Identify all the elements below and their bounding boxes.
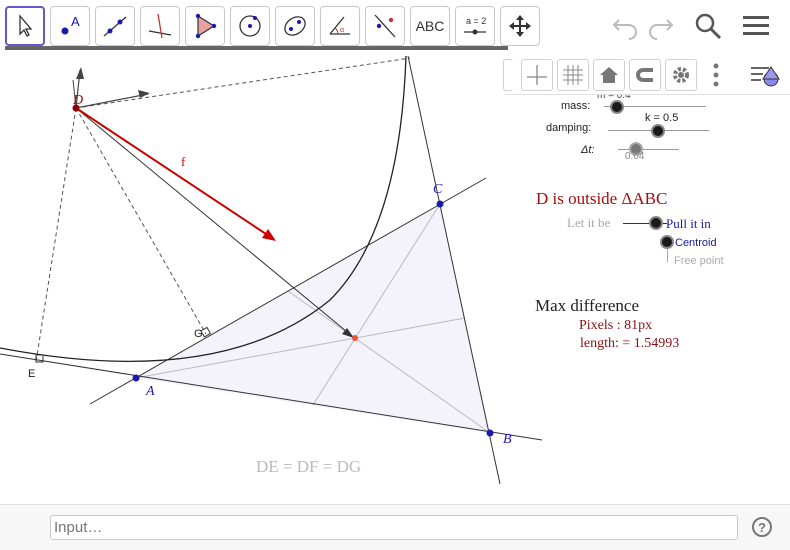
redo-icon xyxy=(649,19,674,40)
max-difference-heading: Max difference xyxy=(535,296,639,315)
angle-tool-button[interactable]: α xyxy=(320,6,360,46)
perpendicular-line-tool-button[interactable] xyxy=(140,6,180,46)
style-bar xyxy=(503,57,790,95)
gear-icon xyxy=(673,67,689,83)
text-tool-label: ABC xyxy=(415,18,445,34)
force-vector-2-arrowhead xyxy=(76,67,84,79)
target-slider-knob[interactable] xyxy=(660,235,674,249)
search-icon xyxy=(695,13,722,40)
algebra-shapes-icon xyxy=(751,66,780,87)
move-tool-button[interactable] xyxy=(5,6,45,46)
perpendicular-line-icon xyxy=(148,13,172,39)
pixels-value: Pixels : 81px xyxy=(579,318,653,333)
perpendicular-de xyxy=(35,107,77,363)
line-through-points-icon xyxy=(103,16,127,37)
main-menu-button[interactable] xyxy=(740,10,772,42)
standard-view-button[interactable] xyxy=(593,59,625,91)
style-bar-toggle[interactable] xyxy=(503,59,513,91)
toolbar: A α ABC a = 2 xyxy=(0,0,790,52)
search-button[interactable] xyxy=(692,10,724,42)
triangle-abc-fill xyxy=(136,204,490,433)
hamburger-menu-icon xyxy=(743,16,769,35)
point-capturing-button[interactable] xyxy=(629,59,661,91)
slider-tool-button[interactable]: a = 2 xyxy=(455,6,495,46)
d-to-centroid-line xyxy=(75,107,353,337)
slider-icon: a = 2 xyxy=(464,16,486,35)
conic-tool-button[interactable] xyxy=(275,6,315,46)
polygon-icon xyxy=(195,13,217,39)
input-bar: ? xyxy=(0,504,790,550)
slider-k-label: k = 0.5 xyxy=(645,112,679,124)
dt-label: Δt: xyxy=(581,144,595,156)
point-tool-label: A xyxy=(71,14,80,29)
point-d-label: D xyxy=(72,93,83,108)
dt-slider-track[interactable] xyxy=(618,149,679,150)
graphics-view[interactable]: f A C B D E G m = 0.4 mass: k = 0.5 damp… xyxy=(0,52,790,504)
settings-button[interactable] xyxy=(665,59,697,91)
undo-button[interactable] xyxy=(609,10,641,42)
vector-f[interactable] xyxy=(75,107,273,239)
help-icon[interactable]: ? xyxy=(752,517,772,537)
more-options-button[interactable] xyxy=(709,61,723,89)
point-c[interactable] xyxy=(436,200,444,208)
point-a-label: A xyxy=(145,384,155,399)
point-e-label: E xyxy=(28,368,35,380)
d-outside-text: D is outside ΔABC xyxy=(536,189,668,208)
toolbar-scroll-indicator xyxy=(5,46,508,50)
axes-icon xyxy=(527,65,547,85)
angle-icon: α xyxy=(329,16,350,35)
point-a[interactable] xyxy=(132,374,140,382)
move-arrows-icon xyxy=(509,15,531,37)
circle-tool-button[interactable] xyxy=(230,6,270,46)
centroid-option[interactable]: Centroid xyxy=(675,237,717,249)
undo-icon xyxy=(612,19,637,40)
slider-tool-label: a = 2 xyxy=(466,16,486,26)
show-axes-button[interactable] xyxy=(521,59,553,91)
damping-label: damping: xyxy=(546,122,592,134)
ellipse-icon xyxy=(284,16,306,36)
point-b[interactable] xyxy=(486,429,494,437)
dt-value: 0.04 xyxy=(625,151,645,162)
mode-slider-knob[interactable] xyxy=(649,216,663,230)
pull-it-in-option[interactable]: Pull it in xyxy=(666,216,711,232)
point-c-label: C xyxy=(433,182,443,197)
show-grid-button[interactable] xyxy=(557,59,589,91)
line-tool-button[interactable] xyxy=(95,6,135,46)
let-it-be-option[interactable]: Let it be xyxy=(567,215,610,231)
grid-icon xyxy=(563,65,583,85)
magnet-icon xyxy=(636,68,653,82)
free-point-option[interactable]: Free point xyxy=(674,255,724,267)
move-graphics-view-tool-button[interactable] xyxy=(500,6,540,46)
svg-text:α: α xyxy=(340,27,344,34)
algebra-view-toggle[interactable] xyxy=(749,59,781,91)
vector-f-arrowhead xyxy=(262,229,276,241)
centroid-point[interactable] xyxy=(352,335,358,341)
reflect-tool-button[interactable] xyxy=(365,6,405,46)
reflect-line-icon xyxy=(374,14,396,38)
force-vector-1 xyxy=(75,93,149,109)
length-value: length: = 1.54993 xyxy=(580,336,680,351)
point-g-label: G xyxy=(194,328,203,340)
text-tool-button[interactable]: ABC xyxy=(410,6,450,46)
point-icon: A xyxy=(61,14,80,35)
vertical-dots-icon xyxy=(713,63,719,87)
polygon-tool-button[interactable] xyxy=(185,6,225,46)
damping-slider-knob[interactable] xyxy=(651,124,665,138)
redo-button[interactable] xyxy=(645,10,677,42)
algebra-input-field[interactable] xyxy=(50,515,738,540)
home-icon xyxy=(600,67,618,83)
mass-label: mass: xyxy=(561,100,591,112)
equal-distances-text: DE = DF = DG xyxy=(256,457,362,476)
point-b-label: B xyxy=(503,432,512,447)
mass-slider-knob[interactable] xyxy=(610,100,624,114)
point-tool-button[interactable]: A xyxy=(50,6,90,46)
vector-f-label: f xyxy=(181,154,186,169)
perpendicular-df xyxy=(75,57,411,109)
cursor-arrow-icon xyxy=(19,14,33,37)
circle-center-point-icon xyxy=(239,15,261,37)
perpendicular-dg xyxy=(75,107,207,335)
